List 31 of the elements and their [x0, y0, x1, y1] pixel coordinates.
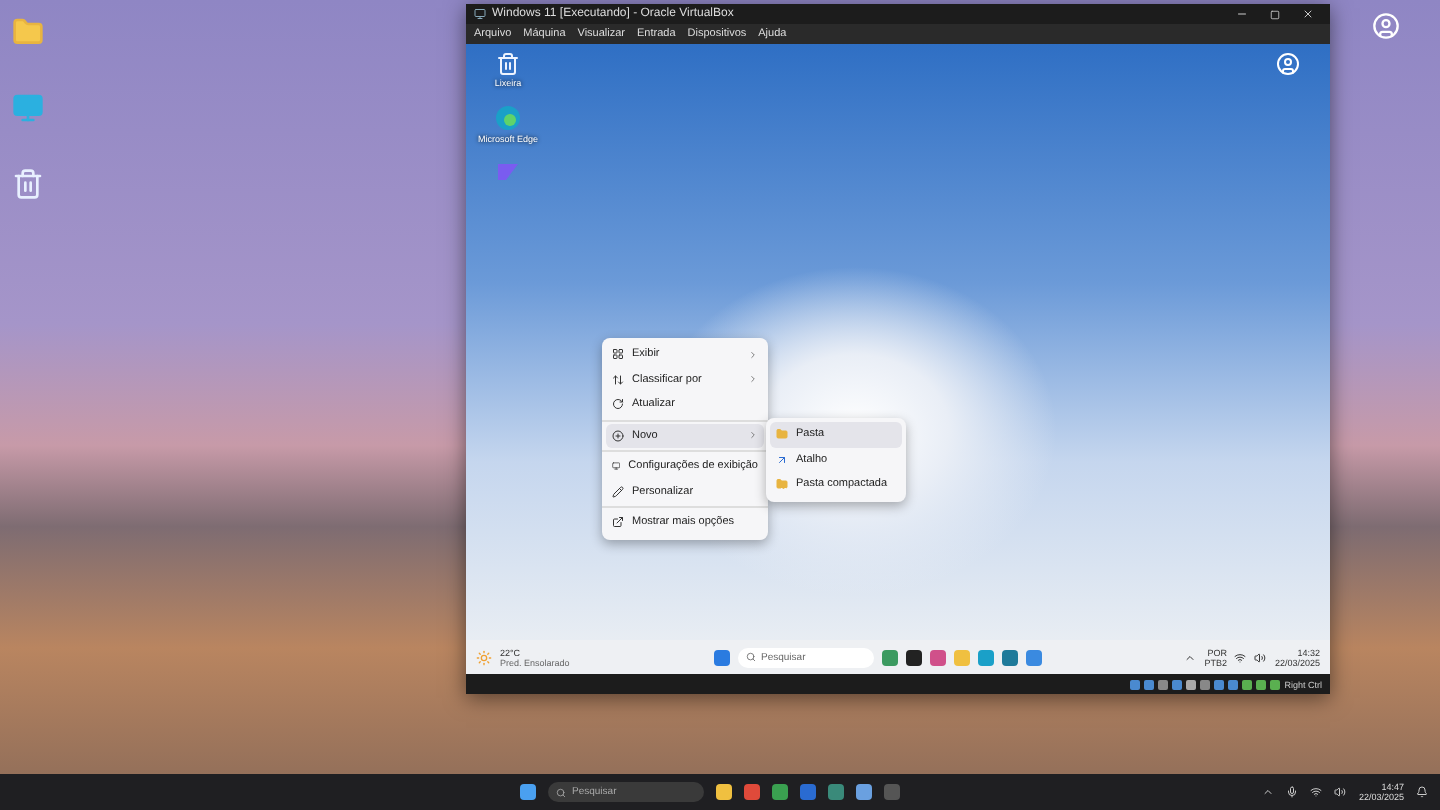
user-circle-icon[interactable] [1371, 12, 1399, 40]
maximize-icon [1270, 9, 1280, 19]
chevron-up-icon[interactable] [1184, 651, 1197, 663]
recycle-bin-icon[interactable] [12, 168, 44, 200]
search-icon [745, 652, 755, 662]
refresh-icon [612, 398, 624, 411]
recycle-bin-icon[interactable] [496, 52, 520, 76]
volume-icon[interactable] [1334, 786, 1347, 798]
folder-icon [776, 428, 788, 441]
browser-icon[interactable] [494, 104, 522, 132]
grid-icon [612, 348, 624, 361]
arrow-icon [776, 453, 788, 466]
start-icon[interactable] [520, 784, 536, 800]
chevron-up-icon[interactable] [1262, 786, 1275, 798]
network-icon[interactable] [1310, 786, 1323, 798]
volume-icon[interactable] [1254, 651, 1267, 663]
external-link-icon [612, 516, 624, 529]
user-circle-icon[interactable] [1276, 52, 1300, 76]
microphone-icon[interactable] [1286, 786, 1299, 798]
minimize-icon [1236, 8, 1248, 20]
app-icon [474, 8, 486, 20]
pencil-icon [612, 485, 624, 498]
monitor-icon [612, 460, 621, 473]
network-icon[interactable] [1234, 651, 1247, 663]
search-icon [556, 787, 566, 797]
notification-icon[interactable] [1416, 786, 1428, 798]
plus-circle-icon [612, 429, 624, 442]
zip-folder-icon [776, 478, 788, 491]
start-icon[interactable] [713, 649, 729, 665]
sort-icon [612, 373, 624, 386]
close-icon [1302, 8, 1314, 20]
